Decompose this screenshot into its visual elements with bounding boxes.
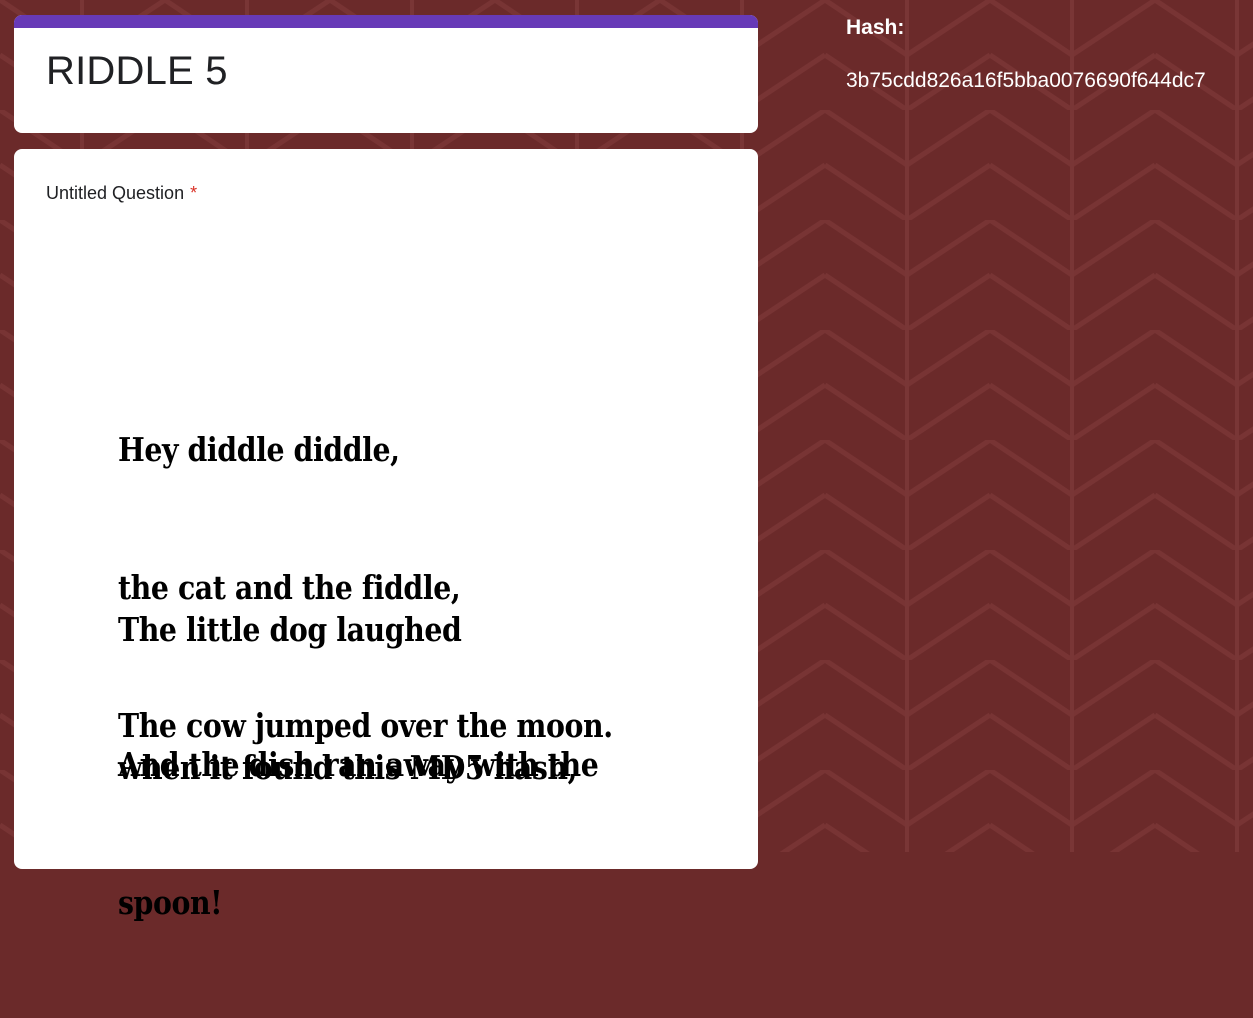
question-card: Untitled Question * Hey diddle diddle, th… (14, 149, 758, 922)
question-title: Untitled Question * (46, 183, 197, 205)
form-accent-bar (14, 15, 758, 28)
poem-line: Hey diddle diddle, (118, 430, 400, 469)
hash-value: 3b75cdd826a16f5bba0076690f644dc7 (846, 69, 1206, 92)
question-title-text: Untitled Question (46, 183, 185, 203)
required-marker: * (190, 183, 198, 203)
poem-line: spoon! (118, 883, 223, 922)
poem-line: The little dog laughed (118, 610, 462, 649)
form-title-card: RIDDLE 5 (14, 15, 758, 133)
hash-label: Hash: (846, 16, 905, 39)
question-image: Hey diddle diddle, the cat and the fiddl… (74, 329, 694, 922)
form-title: RIDDLE 5 (46, 49, 228, 93)
poem-stanza-3: And the dish ran away with the spoon! (118, 650, 599, 1018)
poem-line: And the dish ran away with the (118, 745, 599, 784)
